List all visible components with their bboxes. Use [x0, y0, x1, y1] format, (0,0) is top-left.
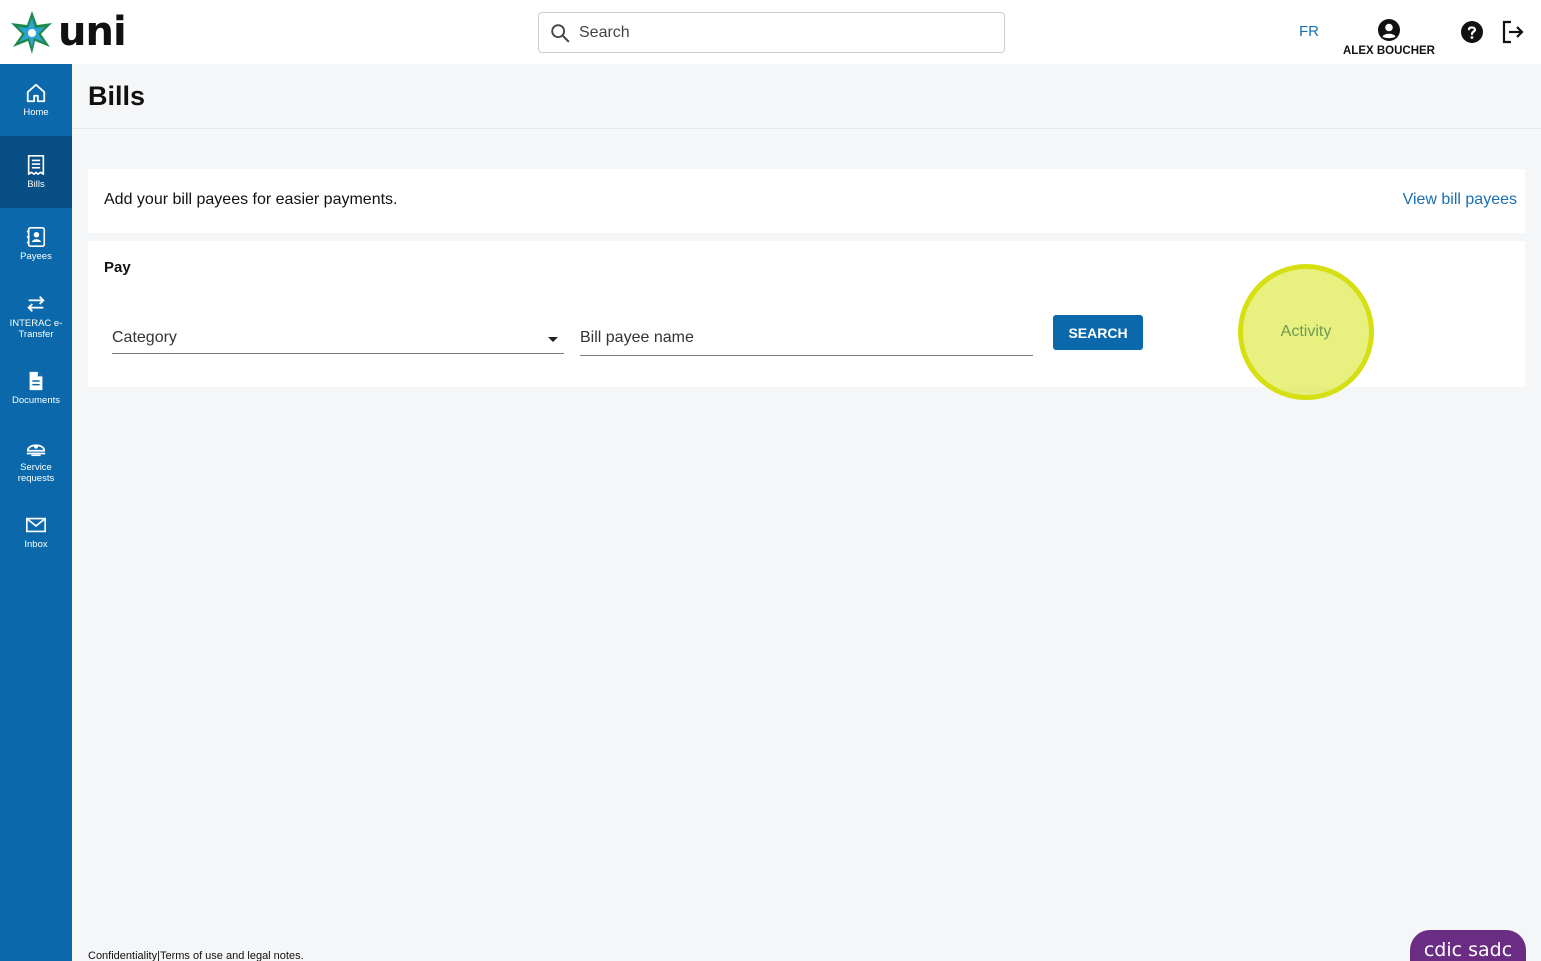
sidebar-item-label: Home: [23, 107, 49, 118]
help-icon[interactable]: [1460, 20, 1484, 44]
sidebar-item-documents[interactable]: Documents: [0, 352, 72, 424]
bill-payee-name-input[interactable]: [580, 327, 1033, 347]
sidebar-nav: Home Bills Payees INTERAC e-Transfer Doc…: [0, 64, 72, 961]
info-message: Add your bill payees for easier payments…: [104, 191, 398, 208]
sidebar-item-service-requests[interactable]: Service requests: [0, 424, 72, 496]
footer: Confidentiality|Terms of use and legal n…: [88, 950, 304, 961]
cdic-badge-text: cdic sadc: [1423, 939, 1513, 961]
bill-payee-name-field[interactable]: [580, 327, 1033, 356]
sidebar-item-label: Documents: [11, 395, 61, 406]
user-profile[interactable]: ALEX BOUCHER: [1340, 18, 1438, 57]
category-dropdown[interactable]: Category: [112, 327, 564, 354]
activity-link[interactable]: Activity: [1281, 323, 1332, 341]
payees-icon: [26, 227, 46, 247]
search-input[interactable]: [579, 23, 979, 42]
pay-card: Pay Category SEARCH Activity: [88, 241, 1525, 400]
home-icon: [26, 83, 46, 103]
confidentiality-link[interactable]: Confidentiality: [88, 950, 157, 961]
sidebar-item-payees[interactable]: Payees: [0, 208, 72, 280]
sidebar-item-inbox[interactable]: Inbox: [0, 496, 72, 568]
chevron-down-icon: [548, 337, 558, 342]
inbox-icon: [26, 517, 46, 533]
user-name: ALEX BOUCHER: [1342, 45, 1435, 57]
global-search[interactable]: [538, 12, 1005, 53]
pay-section-title: Pay: [104, 259, 131, 276]
search-button[interactable]: SEARCH: [1053, 315, 1143, 350]
sidebar-item-bills[interactable]: Bills: [0, 136, 72, 208]
sidebar-item-label: Service requests: [17, 461, 55, 484]
sidebar-item-label: INTERAC e-Transfer: [9, 317, 63, 340]
sidebar-item-interac-transfer[interactable]: INTERAC e-Transfer: [0, 280, 72, 352]
service-icon: [26, 443, 46, 456]
category-placeholder: Category: [112, 329, 177, 346]
sidebar-item-label: Inbox: [24, 539, 48, 550]
terms-link[interactable]: Terms of use and legal notes.: [160, 950, 304, 961]
bills-icon: [27, 155, 45, 175]
user-account-icon: [1378, 19, 1400, 41]
language-toggle[interactable]: FR: [1299, 23, 1319, 40]
activity-highlight: Activity: [1238, 264, 1374, 400]
search-icon: [551, 23, 570, 42]
page-title: Bills: [88, 81, 146, 111]
logout-icon[interactable]: [1500, 19, 1526, 45]
top-header: uni FR ALEX BOUCHER: [0, 0, 1541, 64]
sidebar-item-label: Payees: [20, 251, 52, 262]
logo-wordmark: uni: [58, 9, 127, 55]
cdic-badge[interactable]: cdic sadc: [1410, 930, 1526, 961]
uni-logo[interactable]: uni: [8, 9, 127, 55]
bill-payees-info-card: Add your bill payees for easier payments…: [88, 169, 1525, 233]
logo-star-icon: [11, 11, 52, 54]
sidebar-item-home[interactable]: Home: [0, 64, 72, 136]
view-bill-payees-link[interactable]: View bill payees: [1403, 191, 1517, 209]
transfer-icon: [27, 295, 45, 312]
sidebar-item-label: Bills: [27, 179, 45, 190]
page-title-bar: Bills: [72, 64, 1541, 129]
document-icon: [29, 371, 43, 391]
